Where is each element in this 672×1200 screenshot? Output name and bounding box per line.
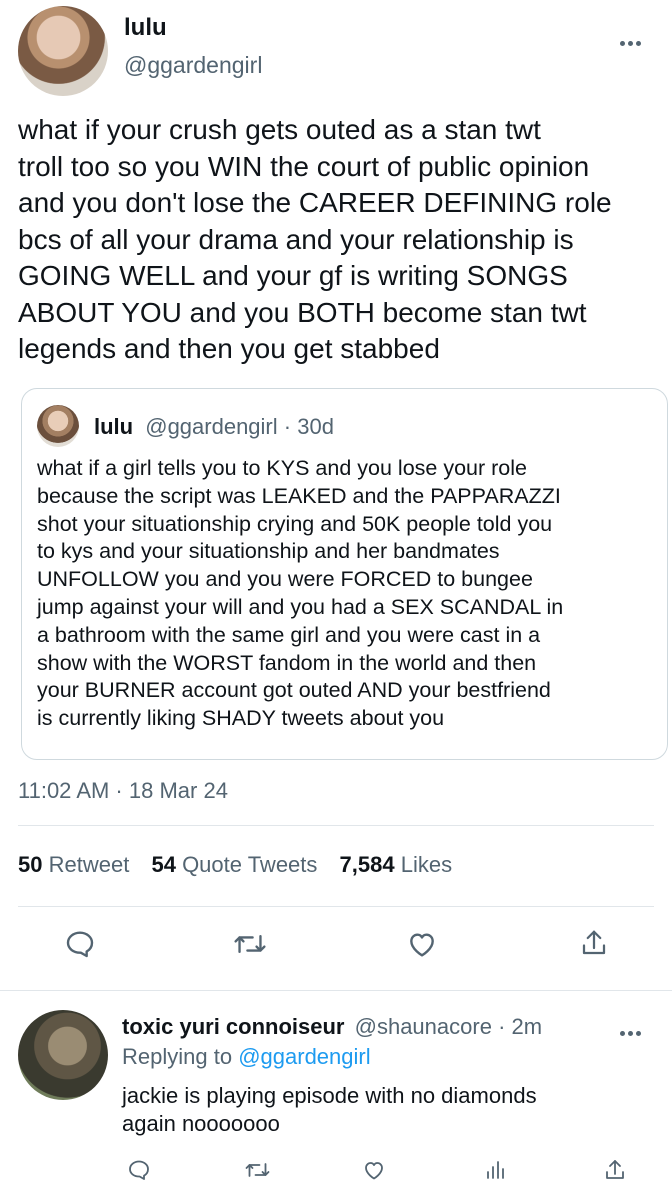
reply-avatar[interactable] — [18, 1010, 108, 1100]
tweet-text-line: GOING WELL and your gf is writing SONGS — [18, 260, 568, 291]
tweet-text-line: troll too so you WIN the court of public… — [18, 150, 590, 182]
likes-stat[interactable]: 7,584 Likes — [340, 852, 453, 877]
quoted-author-name: lulu — [94, 414, 134, 439]
quoted-text: what if a girl tells you to KYS and you … — [37, 455, 662, 733]
retweets-label: Retweet — [48, 852, 130, 877]
quoted-text-line: to kys and your situationship and her ba… — [37, 539, 500, 564]
reply-reply-icon[interactable] — [124, 1154, 154, 1186]
quoted-avatar — [37, 405, 79, 447]
like-icon[interactable] — [400, 924, 444, 964]
reply-header: toxic yuri connoiseur @shaunacore · 2m — [122, 1014, 542, 1040]
reply-text-line: jackie is playing episode with no diamon… — [122, 1083, 537, 1108]
tweet-text-line: what if your crush gets outed as a stan … — [18, 114, 541, 145]
section-divider — [0, 990, 672, 991]
divider — [18, 825, 654, 826]
divider — [18, 906, 654, 907]
tweet-text: what if your crush gets outed as a stan … — [18, 112, 668, 368]
quoted-tweet[interactable]: lulu @ggardengirl · 30d what if a girl t… — [21, 388, 668, 760]
reply-icon[interactable] — [60, 924, 100, 964]
avatar[interactable] — [18, 6, 108, 96]
reply-retweet-icon[interactable] — [240, 1154, 274, 1186]
reply-text: jackie is playing episode with no diamon… — [122, 1082, 662, 1138]
tweet-text-line: legends and then you get stabbed — [18, 333, 440, 364]
quoted-author-handle: @ggardengirl — [145, 414, 278, 439]
reply-share-icon[interactable] — [600, 1153, 630, 1187]
tweet-timestamp[interactable]: 11:02 AM · 18 Mar 24 — [18, 778, 228, 804]
tweet-text-line: and you don't lose the CAREER DEFINING r… — [18, 187, 612, 218]
retweets-count: 50 — [18, 852, 43, 877]
quoted-text-line: jump against your will and you had a SEX… — [37, 594, 564, 619]
reply-more-icon[interactable] — [618, 1023, 642, 1041]
replying-prefix: Replying to — [122, 1044, 233, 1069]
share-icon[interactable] — [574, 922, 614, 964]
quoted-text-line: a bathroom with the same girl and you we… — [37, 622, 541, 647]
tweet-text-line: bcs of all your drama and your relations… — [18, 223, 574, 255]
reply-author-name[interactable]: toxic yuri connoiseur — [122, 1014, 345, 1039]
replying-to-link[interactable]: @ggardengirl — [238, 1044, 370, 1069]
quoted-age: · 30d — [283, 414, 334, 439]
reply-age: · 2m — [498, 1014, 543, 1039]
quoted-header: lulu @ggardengirl · 30d — [94, 414, 334, 440]
reply-text-line: again nooooooo — [122, 1111, 280, 1136]
author-name[interactable]: lulu — [124, 14, 167, 42]
likes-count: 7,584 — [339, 852, 395, 877]
quotes-label: Quote Tweets — [182, 852, 318, 877]
quoted-text-line: shot your situationship crying and 50K p… — [37, 511, 553, 536]
quoted-text-line: because the script was LEAKED and the PA… — [37, 483, 561, 508]
quoted-text-line: what if a girl tells you to KYS and you … — [37, 456, 527, 480]
quoted-text-line: UNFOLLOW you and you were FORCED to bung… — [37, 567, 533, 592]
quoted-text-line: your BURNER account got outed AND your b… — [37, 678, 551, 703]
reply-like-icon[interactable] — [358, 1154, 390, 1186]
quotes-count: 54 — [151, 852, 176, 877]
reply-author-handle[interactable]: @shaunacore — [355, 1014, 492, 1039]
author-handle[interactable]: @ggardengirl — [124, 52, 262, 79]
tweet-text-line: ABOUT YOU and you BOTH become stan twt — [18, 296, 587, 328]
retweet-icon[interactable] — [228, 924, 272, 964]
replying-to: Replying to @ggardengirl — [122, 1044, 371, 1070]
retweets-stat[interactable]: 50 Retweet — [18, 852, 135, 877]
quoted-text-line: is currently liking SHADY tweets about y… — [37, 706, 445, 731]
tweet-stats: 50 Retweet 54 Quote Tweets 7,584 Likes — [18, 852, 452, 878]
quoted-text-line: show with the WORST fandom in the world … — [37, 650, 537, 675]
quotes-stat[interactable]: 54 Quote Tweets — [151, 852, 323, 877]
more-icon[interactable] — [618, 33, 642, 51]
analytics-icon[interactable] — [480, 1154, 510, 1186]
likes-label: Likes — [400, 852, 453, 877]
